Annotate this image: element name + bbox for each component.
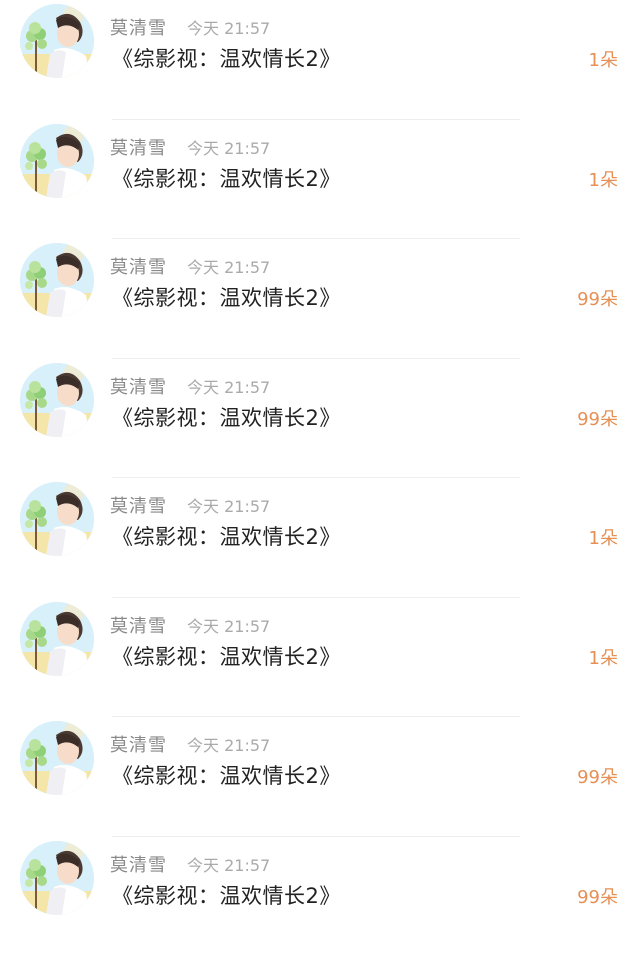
avatar[interactable] [20, 482, 94, 556]
avatar-illustration-icon [20, 602, 94, 676]
avatar[interactable] [20, 721, 94, 795]
user-name[interactable]: 莫清雪 [110, 731, 167, 757]
avatar-illustration-icon [20, 482, 94, 556]
timestamp: 今天 21:57 [187, 135, 270, 159]
list-item[interactable]: 莫清雪 今天 21:57 《综影视：温欢情长2》 99朵 [0, 359, 640, 479]
avatar[interactable] [20, 4, 94, 78]
gift-amount: 99朵 [577, 763, 618, 789]
gift-record-list: 莫清雪 今天 21:57 《综影视：温欢情长2》 1朵 [0, 0, 640, 926]
list-item[interactable]: 莫清雪 今天 21:57 《综影视：温欢情长2》 1朵 [0, 478, 640, 598]
gift-amount: 1朵 [589, 644, 618, 670]
user-name[interactable]: 莫清雪 [110, 14, 167, 40]
timestamp: 今天 21:57 [187, 254, 270, 278]
book-title[interactable]: 《综影视：温欢情长2》 [112, 43, 341, 73]
timestamp: 今天 21:57 [187, 852, 270, 876]
book-title[interactable]: 《综影视：温欢情长2》 [112, 521, 341, 551]
gift-amount: 99朵 [577, 285, 618, 311]
gift-amount: 1朵 [589, 166, 618, 192]
gift-amount: 1朵 [589, 524, 618, 550]
item-meta: 莫清雪 今天 21:57 [110, 134, 270, 156]
list-item[interactable]: 莫清雪 今天 21:57 《综影视：温欢情长2》 1朵 [0, 120, 640, 240]
user-name[interactable]: 莫清雪 [110, 253, 167, 279]
item-meta: 莫清雪 今天 21:57 [110, 851, 270, 873]
user-name[interactable]: 莫清雪 [110, 492, 167, 518]
avatar-illustration-icon [20, 841, 94, 915]
user-name[interactable]: 莫清雪 [110, 851, 167, 877]
user-name[interactable]: 莫清雪 [110, 612, 167, 638]
item-meta: 莫清雪 今天 21:57 [110, 373, 270, 395]
list-item[interactable]: 莫清雪 今天 21:57 《综影视：温欢情长2》 1朵 [0, 598, 640, 718]
avatar[interactable] [20, 841, 94, 915]
item-meta: 莫清雪 今天 21:57 [110, 14, 270, 36]
gift-amount: 99朵 [577, 405, 618, 431]
list-item[interactable]: 莫清雪 今天 21:57 《综影视：温欢情长2》 99朵 [0, 239, 640, 359]
timestamp: 今天 21:57 [187, 374, 270, 398]
avatar-illustration-icon [20, 721, 94, 795]
item-meta: 莫清雪 今天 21:57 [110, 612, 270, 634]
avatar-illustration-icon [20, 124, 94, 198]
timestamp: 今天 21:57 [187, 493, 270, 517]
book-title[interactable]: 《综影视：温欢情长2》 [112, 760, 341, 790]
list-item[interactable]: 莫清雪 今天 21:57 《综影视：温欢情长2》 99朵 [0, 717, 640, 837]
gift-amount: 99朵 [577, 883, 618, 909]
book-title[interactable]: 《综影视：温欢情长2》 [112, 402, 341, 432]
avatar-illustration-icon [20, 363, 94, 437]
user-name[interactable]: 莫清雪 [110, 373, 167, 399]
timestamp: 今天 21:57 [187, 613, 270, 637]
avatar[interactable] [20, 243, 94, 317]
item-meta: 莫清雪 今天 21:57 [110, 253, 270, 275]
timestamp: 今天 21:57 [187, 732, 270, 756]
timestamp: 今天 21:57 [187, 15, 270, 39]
avatar[interactable] [20, 602, 94, 676]
book-title[interactable]: 《综影视：温欢情长2》 [112, 282, 341, 312]
book-title[interactable]: 《综影视：温欢情长2》 [112, 641, 341, 671]
item-meta: 莫清雪 今天 21:57 [110, 492, 270, 514]
item-meta: 莫清雪 今天 21:57 [110, 731, 270, 753]
avatar-illustration-icon [20, 243, 94, 317]
avatar-illustration-icon [20, 4, 94, 78]
list-item[interactable]: 莫清雪 今天 21:57 《综影视：温欢情长2》 99朵 [0, 837, 640, 956]
list-item[interactable]: 莫清雪 今天 21:57 《综影视：温欢情长2》 1朵 [0, 0, 640, 120]
book-title[interactable]: 《综影视：温欢情长2》 [112, 163, 341, 193]
book-title[interactable]: 《综影视：温欢情长2》 [112, 880, 341, 910]
avatar[interactable] [20, 124, 94, 198]
avatar[interactable] [20, 363, 94, 437]
user-name[interactable]: 莫清雪 [110, 134, 167, 160]
gift-amount: 1朵 [589, 46, 618, 72]
